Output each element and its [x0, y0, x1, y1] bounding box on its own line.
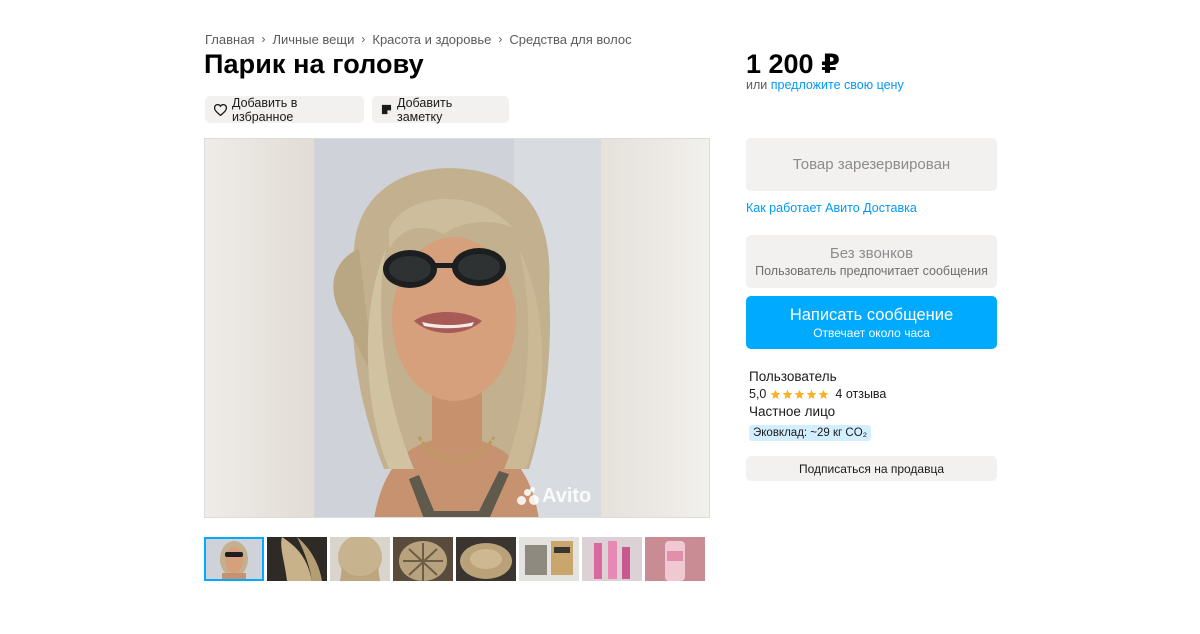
star-icon: [783, 389, 793, 399]
page-title: Парик на голову: [204, 49, 424, 79]
thumbnail[interactable]: [456, 537, 516, 581]
product-photo: [314, 139, 601, 517]
write-message-subtitle: Отвечает около часа: [813, 325, 930, 340]
heart-icon: [214, 103, 227, 116]
write-message-button[interactable]: Написать сообщение Отвечает около часа: [746, 296, 997, 349]
price: 1 200 ₽: [746, 49, 840, 79]
write-message-title: Написать сообщение: [789, 305, 954, 324]
thumbnail-strip: [204, 537, 708, 581]
avito-delivery-link[interactable]: Как работает Авито Доставка: [746, 201, 917, 215]
main-photo[interactable]: Avito: [204, 138, 710, 518]
thumbnail[interactable]: [267, 537, 327, 581]
breadcrumb-item-home[interactable]: Главная: [205, 32, 254, 47]
star-icon: [795, 389, 805, 399]
seller-rating: 5,0 4 отзыва: [749, 387, 886, 401]
price-offer: или предложите свою цену: [746, 78, 904, 92]
note-icon: [381, 104, 392, 115]
chevron-right-icon: ›: [498, 32, 503, 46]
breadcrumb: Главная › Личные вещи › Красота и здоров…: [205, 31, 632, 47]
chevron-right-icon: ›: [361, 32, 366, 46]
star-icon: [807, 389, 817, 399]
star-icon: [771, 389, 781, 399]
breadcrumb-item-beauty[interactable]: Красота и здоровье: [372, 32, 491, 47]
no-calls-button[interactable]: Без звонков Пользователь предпочитает со…: [746, 235, 997, 288]
thumbnail[interactable]: [645, 537, 705, 581]
subscribe-seller-button[interactable]: Подписаться на продавца: [746, 456, 997, 481]
add-note-label: Добавить заметку: [397, 95, 453, 124]
reserved-button[interactable]: Товар зарезервирован: [746, 138, 997, 191]
offer-prefix: или: [746, 78, 768, 92]
thumbnail[interactable]: [582, 537, 642, 581]
offer-price-link[interactable]: предложите свою цену: [771, 78, 904, 92]
rating-stars: [770, 389, 830, 400]
thumbnail[interactable]: [330, 537, 390, 581]
seller-type: Частное лицо: [749, 404, 836, 419]
add-note-button[interactable]: Добавить заметку: [372, 95, 509, 124]
thumbnail[interactable]: [519, 537, 579, 581]
no-calls-subtitle: Пользователь предпочитает сообщения: [755, 263, 988, 278]
breadcrumb-item-hair[interactable]: Средства для волос: [509, 32, 631, 47]
thumbnail[interactable]: [393, 537, 453, 581]
eco-contribution-badge[interactable]: Эковклад: ~29 кг CO₂: [749, 425, 872, 441]
star-icon: [819, 389, 829, 399]
add-to-favorites-label: Добавить в избранное: [232, 95, 298, 124]
avito-watermark: Avito: [517, 485, 591, 508]
chevron-right-icon: ›: [261, 32, 266, 46]
no-calls-title: Без звонков: [829, 244, 914, 262]
rating-value: 5,0: [749, 387, 767, 401]
add-to-favorites-button[interactable]: Добавить в избранное: [205, 95, 364, 124]
breadcrumb-item-personal[interactable]: Личные вещи: [272, 32, 354, 47]
thumbnail[interactable]: [204, 537, 264, 581]
seller-name-link[interactable]: Пользователь: [749, 369, 837, 384]
avito-logo-icon: [517, 486, 539, 507]
avito-watermark-text: Avito: [542, 485, 592, 507]
reviews-link[interactable]: 4 отзыва: [835, 387, 886, 401]
